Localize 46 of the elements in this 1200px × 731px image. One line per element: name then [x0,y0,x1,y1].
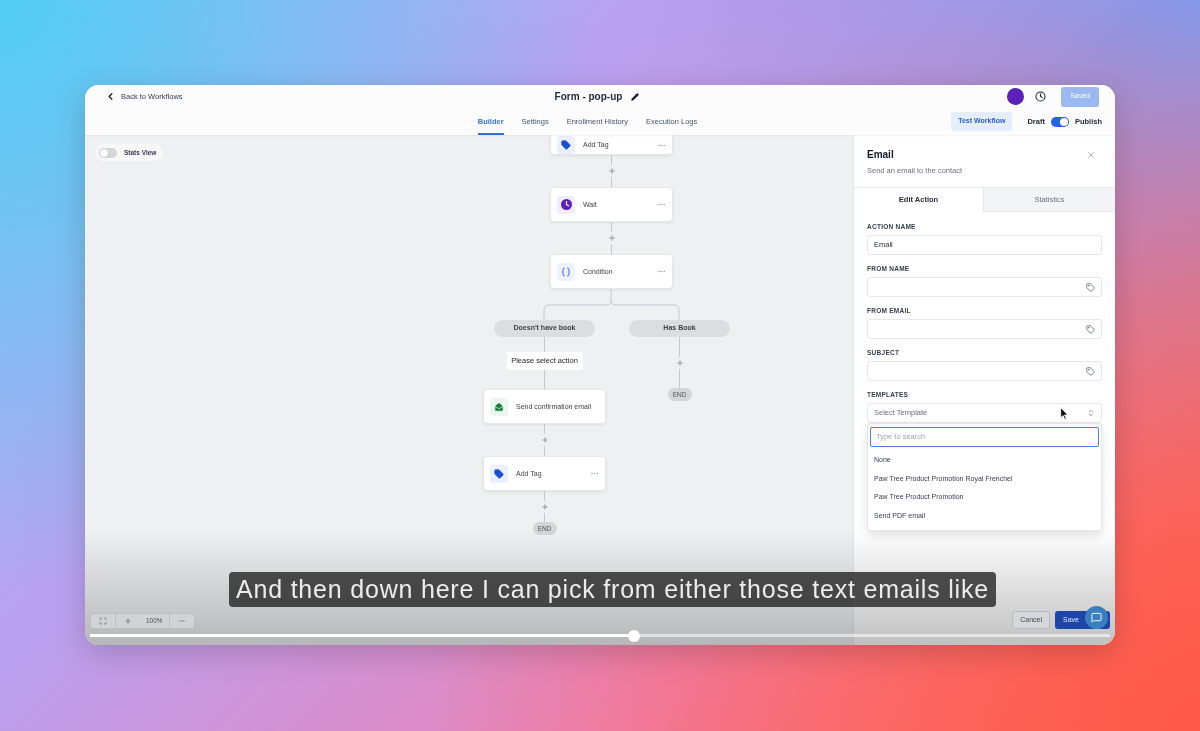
toggle-switch[interactable] [99,147,117,158]
avatar-icon[interactable] [1007,88,1025,105]
pencil-icon[interactable] [631,92,640,101]
expand-icon[interactable] [99,617,107,625]
plus-icon[interactable] [540,502,549,511]
connector-line [679,337,680,357]
plus-icon[interactable] [540,436,549,444]
plus-icon[interactable] [675,358,684,367]
tag-icon [490,464,508,483]
connector-line [544,491,545,501]
input-field[interactable] [867,277,1102,297]
video-caption: And then down here I can pick from either those text emails like [229,572,996,607]
connector-line [544,370,545,389]
workflow-title: Form - pop-up [554,90,623,104]
tag-icon[interactable] [1086,282,1095,292]
clock-icon [557,195,575,214]
connector-line [611,155,612,165]
cursor-icon [1060,407,1069,420]
connector-line [611,222,612,232]
connector-line [679,368,680,388]
connector-line [544,337,545,352]
chevrons-icon [1087,409,1095,417]
connector-line [611,177,612,187]
input-field[interactable] [867,319,1102,339]
mail-icon [490,397,508,416]
zoom-out-icon[interactable] [177,617,186,625]
plus-icon[interactable] [607,234,616,242]
panel-title: Email [867,149,895,161]
tag-icon[interactable] [1086,366,1095,376]
progress-track[interactable] [90,630,1110,642]
close-icon[interactable] [1086,150,1096,160]
tag-icon[interactable] [1086,324,1095,334]
connector-line [544,446,545,456]
more-icon[interactable] [590,469,599,478]
connector-line [544,512,545,522]
plus-icon[interactable] [607,167,616,175]
more-icon[interactable] [657,200,666,209]
more-icon[interactable] [657,267,666,276]
more-icon[interactable] [657,141,666,150]
toggle-switch[interactable] [1050,116,1069,127]
clock-icon[interactable] [1035,91,1047,102]
braces-icon [557,262,575,281]
zoom-in-icon[interactable] [124,617,132,625]
connector-line [544,424,545,434]
input-field[interactable] [867,361,1102,381]
connector-line [611,244,612,254]
